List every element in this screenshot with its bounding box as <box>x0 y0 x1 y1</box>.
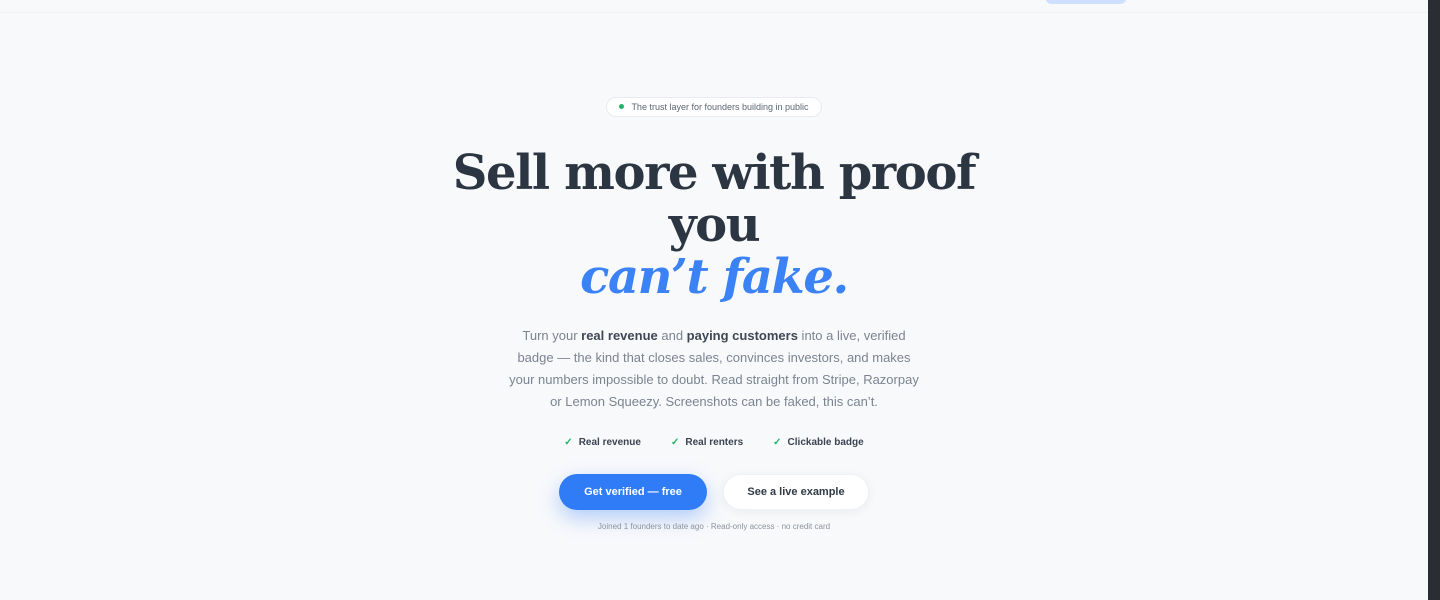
check-icon: ✓ <box>773 436 782 448</box>
live-example-button[interactable]: See a live example <box>723 473 869 510</box>
subtext-bold-2: paying customers <box>686 327 798 343</box>
top-nav-accent <box>1046 0 1126 4</box>
check-icon: ✓ <box>564 436 573 448</box>
top-divider <box>0 12 1428 13</box>
feature-item: ✓ Clickable badge <box>773 437 864 448</box>
headline-accent: can’t fake. <box>580 248 849 305</box>
headline-line-1: Sell more with proof <box>452 144 977 201</box>
eyebrow-text: The trust layer for founders building in… <box>631 101 809 112</box>
hero-section: The trust layer for founders building in… <box>0 96 1428 531</box>
subtext-part-2: and <box>657 327 687 343</box>
window-edge <box>1428 0 1440 600</box>
hero-headline: Sell more with proof you can’t fake. <box>434 147 994 303</box>
feature-label: Real revenue <box>578 436 641 448</box>
eyebrow-pill: The trust layer for founders building in… <box>606 96 822 117</box>
feature-item: ✓ Real revenue <box>564 437 641 448</box>
hero-subtext: Turn your real revenue and paying custom… <box>504 325 924 413</box>
page: The trust layer for founders building in… <box>0 0 1440 600</box>
feature-label: Real renters <box>685 436 744 448</box>
status-dot-icon <box>619 104 625 109</box>
subtext-part-1: Turn your <box>522 327 582 343</box>
cta-row: Get verified — free See a live example <box>0 473 1428 510</box>
subtext-bold-1: real revenue <box>581 327 658 343</box>
headline-line-2: you <box>668 196 761 253</box>
cta-fineprint: Joined 1 founders to date ago · Read-onl… <box>597 521 831 531</box>
feature-list: ✓ Real revenue ✓ Real renters ✓ Clickabl… <box>0 437 1428 448</box>
feature-item: ✓ Real renters <box>671 437 743 448</box>
check-icon: ✓ <box>670 436 680 448</box>
get-verified-button[interactable]: Get verified — free <box>559 473 707 510</box>
feature-label: Clickable badge <box>787 436 864 448</box>
